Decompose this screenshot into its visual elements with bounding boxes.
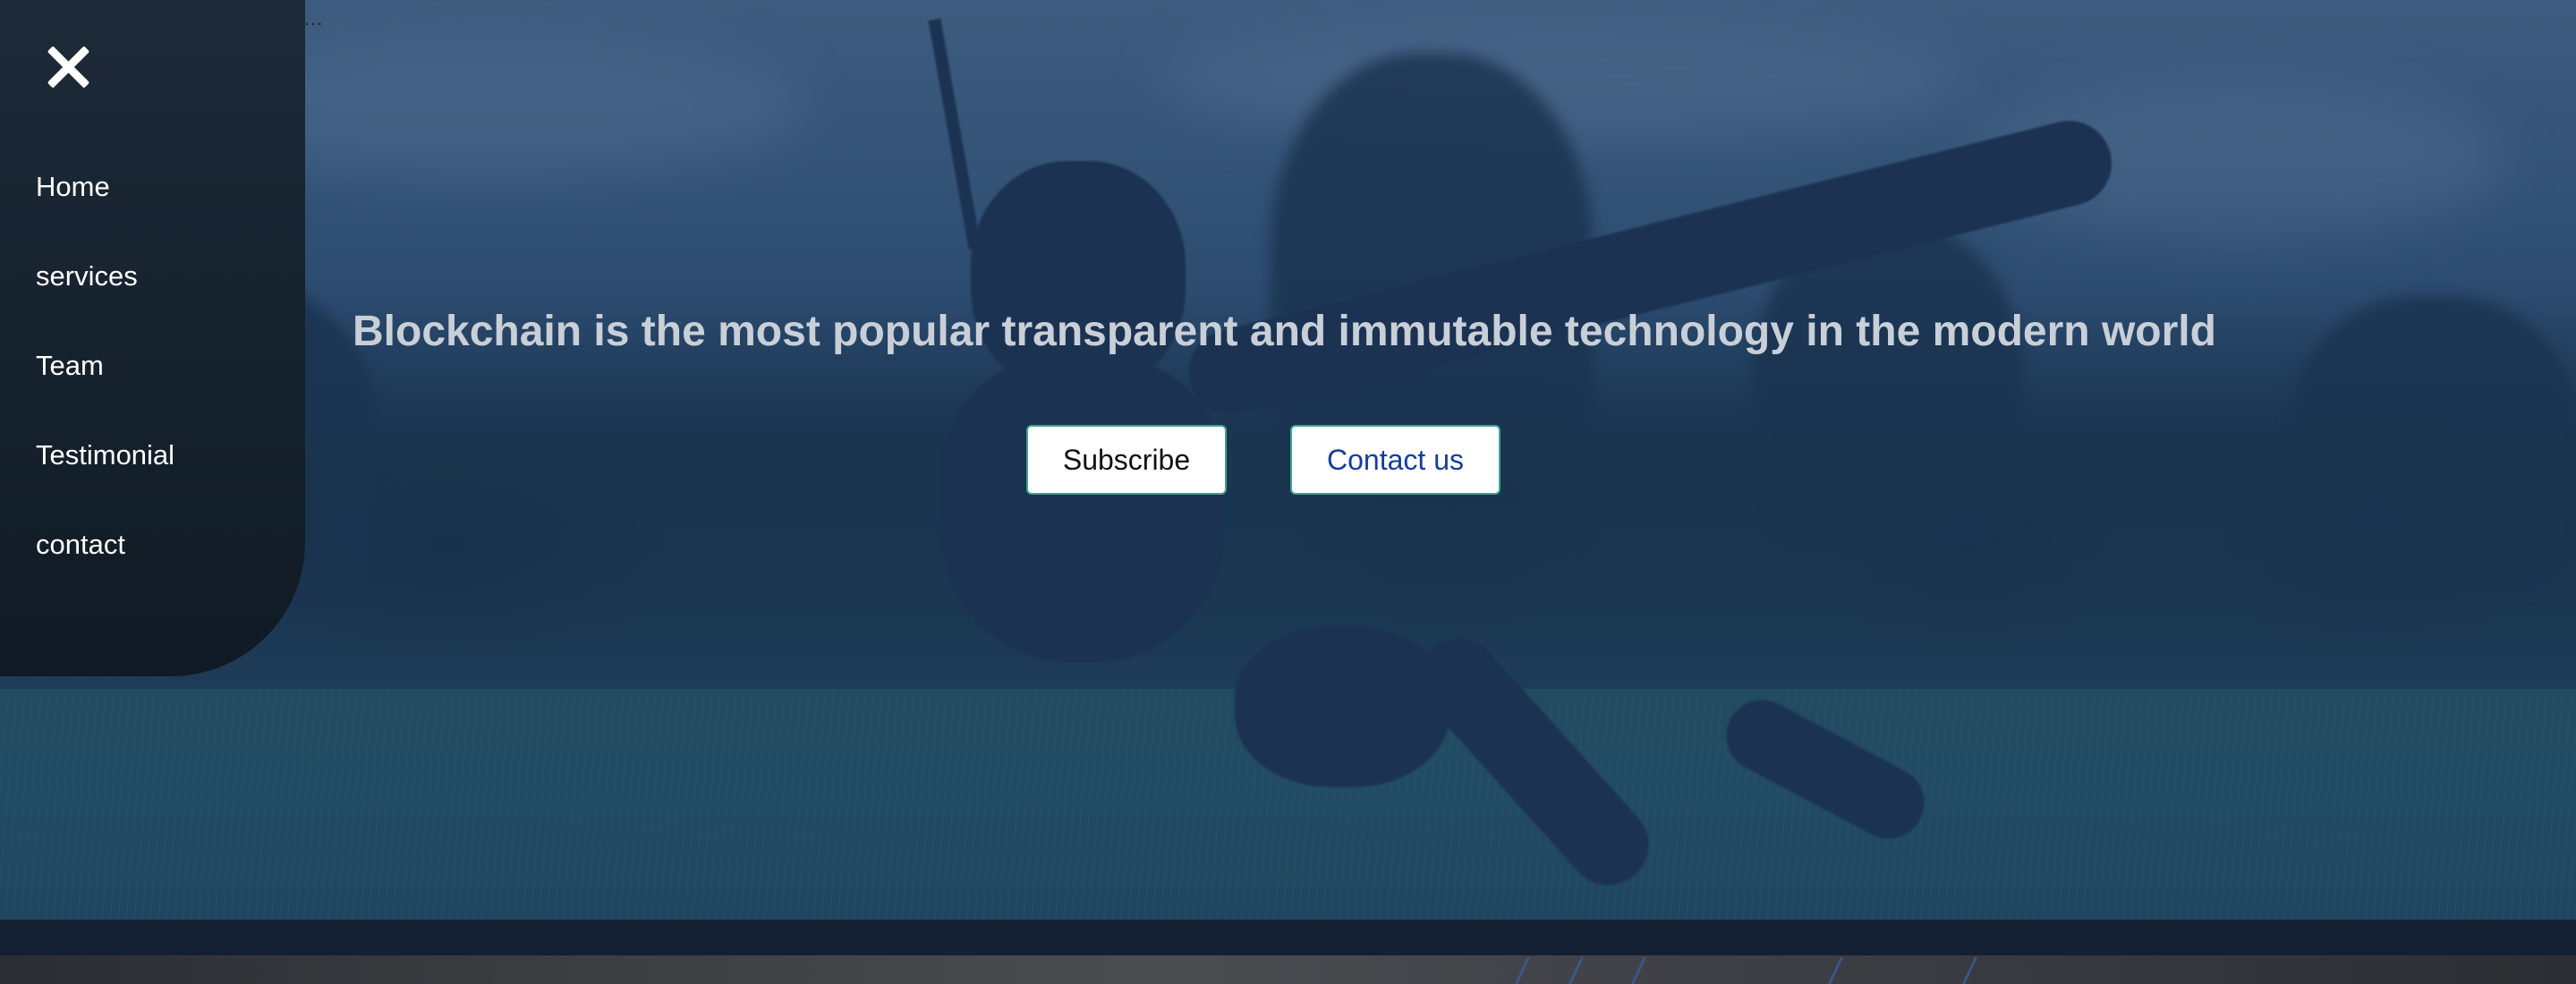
preview-sketch-line bbox=[1828, 957, 1843, 984]
hero-section bbox=[0, 0, 2576, 920]
sidebar-item-team[interactable]: Team bbox=[36, 350, 104, 382]
sidebar-item-services[interactable]: services bbox=[36, 260, 138, 293]
contact-us-button[interactable]: Contact us bbox=[1290, 425, 1501, 495]
preview-sketch-line bbox=[1569, 957, 1584, 984]
subscribe-button[interactable]: Subscribe bbox=[1026, 425, 1227, 495]
close-icon[interactable] bbox=[36, 36, 98, 98]
hero-overlay bbox=[0, 0, 2576, 920]
hero-headline: Blockchain is the most popular transpare… bbox=[353, 308, 2216, 355]
sidebar-nav: Home services Team Testimonial contact bbox=[0, 0, 305, 676]
preview-sketch-line bbox=[1962, 957, 1977, 984]
preview-sketch-line bbox=[1631, 957, 1646, 984]
next-section-preview bbox=[0, 955, 2576, 984]
hero-bottom-band bbox=[0, 920, 2576, 955]
sidebar-item-contact[interactable]: contact bbox=[36, 529, 125, 561]
preview-sketch-line bbox=[1515, 957, 1530, 984]
top-dots: ... bbox=[304, 7, 324, 30]
sidebar-item-testimonial[interactable]: Testimonial bbox=[36, 439, 174, 471]
sidebar-item-home[interactable]: Home bbox=[36, 171, 110, 203]
